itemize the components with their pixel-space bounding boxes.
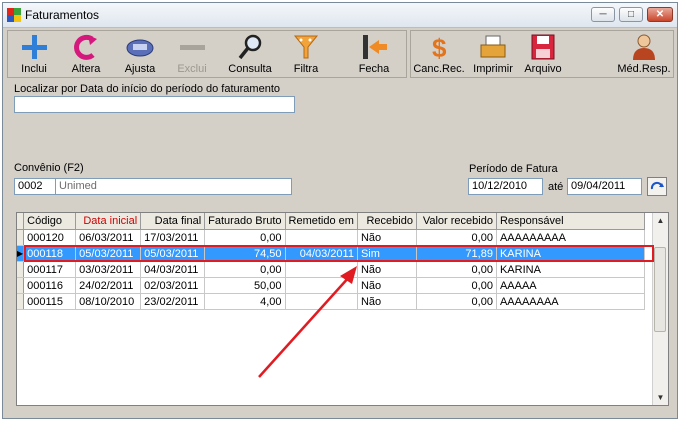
annotation-arrow-icon <box>258 266 357 378</box>
